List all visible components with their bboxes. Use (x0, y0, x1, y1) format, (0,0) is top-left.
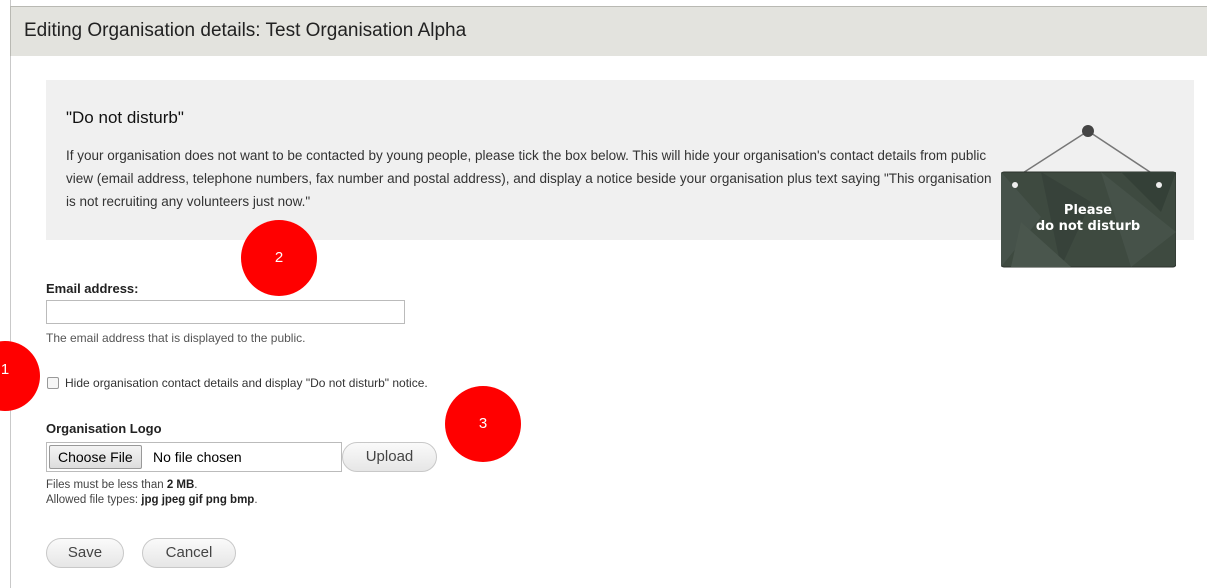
cancel-button[interactable]: Cancel (142, 538, 236, 568)
annotation-marker-2: 2 (241, 220, 317, 296)
sign-text-line1: Please (1064, 203, 1112, 218)
save-button[interactable]: Save (46, 538, 124, 568)
hide-contact-checkbox[interactable] (47, 377, 59, 389)
annotation-marker-3: 3 (445, 386, 521, 462)
notice-heading: "Do not disturb" (66, 108, 184, 127)
do-not-disturb-info-panel: "Do not disturb" If your organisation do… (46, 80, 1194, 268)
email-label: Email address: (46, 281, 139, 296)
file-types-hint: Allowed file types: jpg jpeg gif png bmp… (46, 494, 258, 506)
file-status-text: No file chosen (153, 449, 242, 465)
file-size-hint: Files must be less than 2 MB. (46, 479, 198, 491)
hide-contact-label[interactable]: Hide organisation contact details and di… (65, 376, 428, 390)
choose-file-button[interactable]: Choose File (49, 445, 142, 469)
notice-description: If your organisation does not want to be… (66, 148, 992, 209)
logo-file-input[interactable]: Choose File No file chosen (46, 442, 342, 472)
email-description: The email address that is displayed to t… (46, 331, 306, 345)
upload-button[interactable]: Upload (342, 442, 437, 472)
do-not-disturb-sign-image: Please do not disturb (1001, 125, 1176, 268)
email-field[interactable] (46, 300, 405, 324)
page-header: Editing Organisation details: Test Organ… (10, 6, 1207, 56)
sign-text-line2: do not disturb (1036, 219, 1140, 234)
logo-label: Organisation Logo (46, 421, 162, 436)
page-title: Editing Organisation details: Test Organ… (24, 20, 467, 41)
